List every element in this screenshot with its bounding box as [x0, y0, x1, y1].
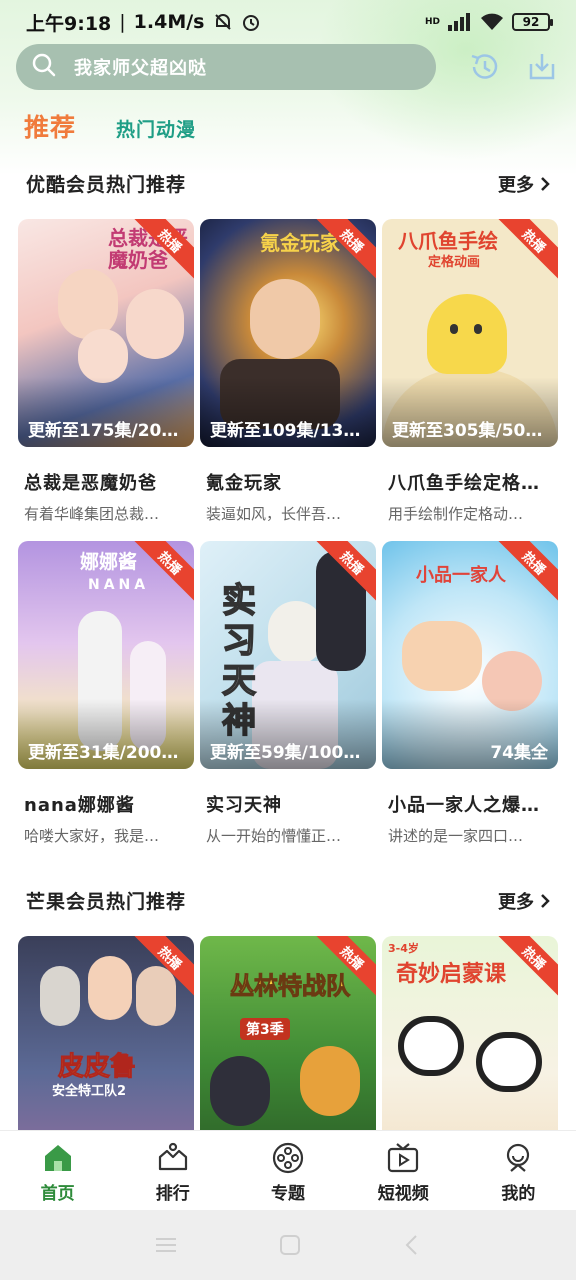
history-icon[interactable]: [467, 49, 503, 85]
nav-short-video[interactable]: 短视频: [346, 1131, 461, 1210]
card-desc: 哈喽大家好，我是…: [24, 827, 160, 845]
tab-hot-anime[interactable]: 热门动漫: [116, 115, 196, 142]
poster-title: 丛林特战队: [230, 972, 351, 1001]
download-icon[interactable]: [524, 49, 560, 85]
poster[interactable]: 娜娜酱 NANA 更新至31集/200… 热播: [18, 541, 194, 769]
anime-card[interactable]: 总裁是恶魔奶爸 更新至175集/20… 热播 总裁是恶魔奶爸 有着华峰集团总裁…: [18, 219, 194, 524]
card-desc: 从一开始的懵懂正…: [206, 827, 342, 845]
nav-label: 我的: [501, 1184, 536, 1204]
poster[interactable]: 丛林特战队 第3季 热播: [200, 936, 376, 1130]
alarm-icon: [241, 12, 261, 32]
chevron-right-icon: [541, 893, 550, 908]
bottom-nav: 首页 排行 专题 短视频 我的: [0, 1130, 576, 1210]
nav-label: 排行: [155, 1184, 190, 1204]
system-nav-bar: [0, 1210, 576, 1280]
poster[interactable]: 皮皮鲁 安全特工队2 热播: [18, 936, 194, 1130]
nav-topics[interactable]: 专题: [230, 1131, 345, 1210]
nav-label: 首页: [40, 1184, 75, 1204]
anime-card[interactable]: 小品一家人 74集全 热播 小品一家人之爆… 讲述的是一家四口…: [382, 541, 558, 846]
section-header-youku: 优酷会员热门推荐 更多: [26, 170, 550, 197]
anime-card[interactable]: 皮皮鲁 安全特工队2 热播: [18, 936, 194, 1130]
search-input[interactable]: 我家师父超凶哒: [16, 44, 436, 90]
poster[interactable]: 3-4岁 奇妙启蒙课 热播: [382, 936, 558, 1130]
poster-subtitle: 定格动画: [428, 255, 481, 270]
poster-subtitle: 安全特工队2: [52, 1084, 127, 1099]
card-desc: 有着华峰集团总裁…: [24, 505, 160, 523]
card-title[interactable]: 八爪鱼手绘定格…: [382, 469, 558, 495]
card-desc: 装逼如风，长伴吾…: [206, 505, 342, 523]
tv-play-icon: [388, 1143, 419, 1173]
nav-label: 短视频: [377, 1184, 429, 1204]
nav-home[interactable]: 首页: [0, 1131, 115, 1210]
poster-title: 八爪鱼手绘: [398, 229, 498, 253]
battery-icon: 92: [512, 13, 553, 31]
poster-title: 奇妙启蒙课: [396, 962, 507, 987]
card-title[interactable]: 氪金玩家: [200, 469, 376, 495]
menu-icon[interactable]: [154, 1235, 178, 1255]
card-title[interactable]: 实习天神: [200, 791, 376, 817]
back-icon[interactable]: [402, 1233, 422, 1257]
more-button[interactable]: 更多: [498, 888, 550, 914]
status-time: 上午9:18: [26, 12, 112, 35]
signal-icon: [448, 13, 472, 31]
chevron-right-icon: [541, 176, 550, 191]
home-icon: [44, 1145, 71, 1171]
more-label: 更多: [498, 174, 534, 196]
home-button-icon[interactable]: [278, 1233, 302, 1257]
tab-recommend[interactable]: 推荐: [24, 108, 76, 144]
film-reel-icon: [272, 1142, 304, 1174]
update-status: 更新至109集/13…: [210, 421, 361, 441]
card-title[interactable]: nana娜娜酱: [18, 791, 194, 817]
anime-card[interactable]: 3-4岁 奇妙启蒙课 热播: [382, 936, 558, 1130]
status-net-speed: 1.4M/s: [133, 11, 205, 33]
poster-title: 小品一家人: [416, 565, 506, 586]
section-title: 芒果会员热门推荐: [26, 891, 187, 913]
update-status: 更新至175集/20…: [28, 421, 179, 441]
more-button[interactable]: 更多: [498, 171, 550, 197]
update-status: 更新至31集/200…: [28, 743, 179, 763]
poster[interactable]: 总裁是恶魔奶爸 更新至175集/20… 热播: [18, 219, 194, 447]
section-header-mango: 芒果会员热门推荐 更多: [26, 887, 550, 914]
hd-label: HD: [424, 17, 440, 27]
card-desc: 讲述的是一家四口…: [388, 827, 524, 845]
mute-icon: [213, 12, 233, 32]
status-bar: 上午9:18 | 1.4M/s HD 92: [0, 0, 576, 44]
poster-subtitle: 第3季: [240, 1018, 290, 1040]
poster[interactable]: 八爪鱼手绘 定格动画 更新至305集/50… 热播: [382, 219, 558, 447]
update-status: 更新至59集/100…: [210, 743, 361, 763]
card-desc: 用手绘制作定格动…: [388, 505, 524, 523]
nav-ranking[interactable]: 排行: [115, 1131, 230, 1210]
poster-subtitle: NANA: [88, 577, 150, 593]
card-title[interactable]: 总裁是恶魔奶爸: [18, 469, 194, 495]
search-icon: [32, 53, 56, 81]
poster[interactable]: 实习天神 更新至59集/100… 热播: [200, 541, 376, 769]
anime-card[interactable]: 丛林特战队 第3季 热播: [200, 936, 376, 1130]
more-label: 更多: [498, 891, 534, 913]
profile-icon: [507, 1143, 530, 1172]
poster-subtitle: 3-4岁: [388, 942, 419, 955]
anime-card[interactable]: 氪金玩家 更新至109集/13… 热播 氪金玩家 装逼如风，长伴吾…: [200, 219, 376, 524]
update-status: 更新至305集/50…: [392, 421, 543, 441]
anime-card[interactable]: 八爪鱼手绘 定格动画 更新至305集/50… 热播 八爪鱼手绘定格… 用手绘制作…: [382, 219, 558, 524]
poster-title: 娜娜酱: [80, 551, 138, 573]
section-title: 优酷会员热门推荐: [26, 174, 187, 196]
card-title[interactable]: 小品一家人之爆…: [382, 791, 558, 817]
wifi-icon: [480, 13, 504, 31]
anime-card[interactable]: 娜娜酱 NANA 更新至31集/200… 热播 nana娜娜酱 哈喽大家好，我是…: [18, 541, 194, 846]
poster[interactable]: 氪金玩家 更新至109集/13… 热播: [200, 219, 376, 447]
anime-card[interactable]: 实习天神 更新至59集/100… 热播 实习天神 从一开始的懵懂正…: [200, 541, 376, 846]
update-status: 74集全: [490, 743, 548, 763]
nav-profile[interactable]: 我的: [461, 1131, 576, 1210]
poster[interactable]: 小品一家人 74集全 热播: [382, 541, 558, 769]
search-placeholder: 我家师父超凶哒: [74, 58, 207, 79]
poster-title: 皮皮鲁: [57, 1052, 137, 1083]
category-tabs: 推荐 热门动漫: [24, 108, 196, 144]
ranking-icon: [158, 1142, 187, 1171]
nav-label: 专题: [271, 1184, 305, 1204]
